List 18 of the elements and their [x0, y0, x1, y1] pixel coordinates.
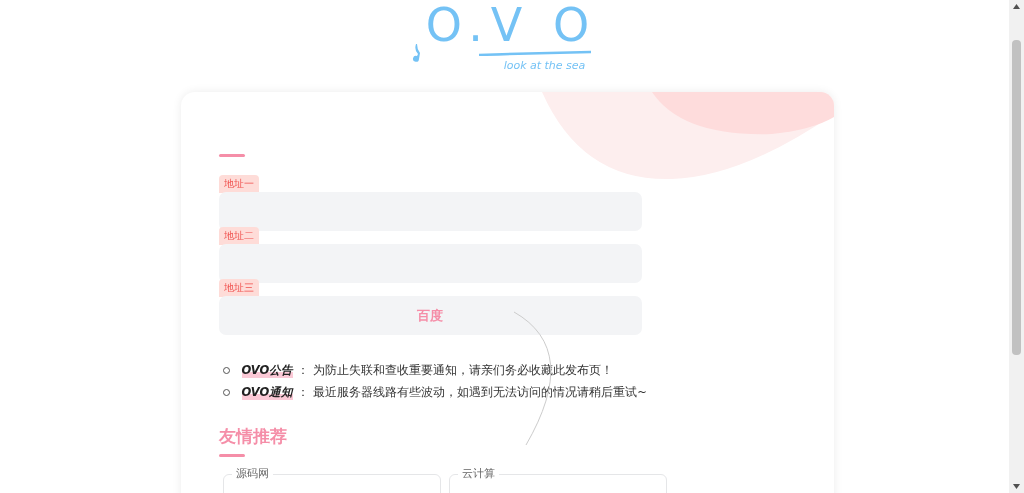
group-legend: 源码网	[231, 467, 273, 481]
accent-bar	[218, 454, 245, 457]
address-field[interactable]	[218, 192, 642, 231]
accent-bar	[218, 154, 245, 157]
notice-separator: ：	[297, 384, 310, 400]
address-field[interactable]: 百度	[218, 296, 642, 335]
field-label: 地址一	[218, 175, 259, 193]
note-icon	[411, 44, 422, 62]
notice-title: OVO公告	[241, 362, 294, 378]
logo-tagline: look at the sea	[503, 59, 586, 72]
notice-text: 为防止失联和查收重要通知，请亲们务必收藏此发布页！	[313, 362, 614, 378]
notice-text: 最近服务器线路有些波动，如遇到无法访问的情况请稍后重试~	[313, 384, 647, 400]
logo-title: O.V O	[425, 0, 598, 50]
address-field[interactable]	[218, 244, 642, 283]
section-heading: 友情推荐	[218, 425, 288, 448]
notice-title: OVO通知	[241, 384, 294, 400]
notice-separator: ：	[297, 362, 310, 378]
group-legend: 云计算	[457, 467, 499, 481]
